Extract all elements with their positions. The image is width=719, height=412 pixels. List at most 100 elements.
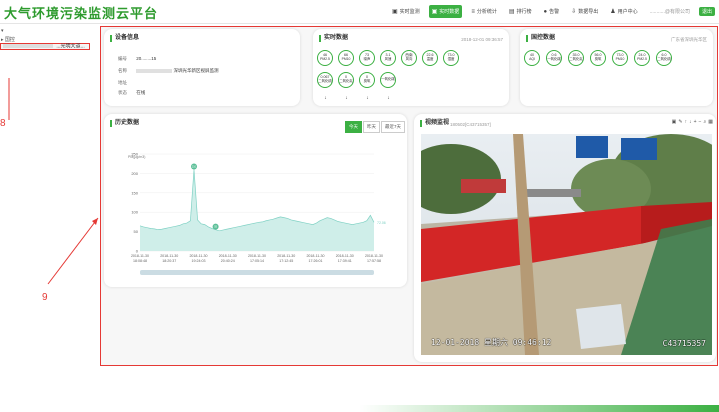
- chart-ytick: 50: [134, 229, 139, 234]
- chart-ytick: 100: [131, 210, 138, 215]
- chart-xtick: 2018-11-30 17:05:14: [248, 254, 266, 263]
- logout-button[interactable]: 退出: [698, 7, 715, 16]
- tab-today[interactable]: 今天: [345, 121, 362, 133]
- wind-direction-icon: ↓: [345, 95, 348, 101]
- video-tool-icon-4[interactable]: +: [694, 119, 697, 125]
- gauge-circle: 0 臭氧: [359, 72, 375, 88]
- gauge-circle: 6.0 二氧化硫: [656, 50, 672, 66]
- device-info-title: 设备信息: [110, 35, 139, 42]
- gauge-label: 臭氧: [594, 57, 602, 61]
- gauge-label: 二氧化氮: [339, 79, 353, 83]
- redacted-text: [3, 44, 53, 48]
- device-status-value: 在线: [136, 90, 146, 95]
- nav-item-4[interactable]: ● 告警: [541, 5, 563, 18]
- gauge-label: 一氧化碳: [381, 77, 395, 82]
- video-toolbar: ▣ ✎ ↑ ↓ + − ⌕ ▦: [672, 119, 713, 125]
- footer-strip: [0, 405, 719, 412]
- realtime-gauge-6: 73.0 湿度: [443, 50, 460, 66]
- gauge-label: 风速: [384, 57, 392, 61]
- gauge-circle: 73 噪声: [359, 50, 375, 66]
- history-data-card: 历史数据 PM(μg/m3) 250 200 150 100 50 0 210 55 72.06 2…: [104, 114, 407, 287]
- gauge-label: 二氧化硫: [318, 79, 332, 83]
- realtime-gauge-4: 西南 风向: [401, 50, 418, 66]
- realtime-gauge-3: 3.1 风速: [380, 50, 397, 66]
- wind-direction-icon: ↓: [366, 95, 369, 101]
- realtime-gauge-0: 46 PM2.5: [317, 50, 334, 66]
- gauge-label: PM2.5: [320, 57, 330, 61]
- nav-item-icon: ▣: [391, 9, 398, 15]
- chart-marker-label: 210: [192, 166, 197, 169]
- history-tabs: 今天 昨天 最近7天: [345, 121, 406, 133]
- chart-ytick: 150: [131, 190, 138, 195]
- nav-item-label: 用户中心: [617, 9, 638, 15]
- redacted-text: [136, 68, 173, 73]
- video-player[interactable]: 12-01-2018 星期六 09:46:12 C43715357: [421, 134, 712, 355]
- nav-item-0[interactable]: ▣ 实时监测: [389, 5, 423, 18]
- gauge-circle: 0.067 二氧化硫: [317, 72, 333, 88]
- device-row-status: 状态 在线: [118, 90, 145, 96]
- gauge-label: 温度: [426, 57, 434, 61]
- national-gauge-5: 24.0 PM2.5: [634, 50, 651, 66]
- national-gauge-1: 0.6 一氧化碳: [546, 50, 563, 66]
- wind-direction-icon: ↓: [324, 95, 327, 101]
- nav-item-6[interactable]: ♟ 用户中心: [607, 5, 640, 18]
- video-tool-icon-6[interactable]: ⌕: [703, 119, 706, 125]
- tree-node-national[interactable]: ▸ 国控: [1, 36, 15, 43]
- gauge-label: 二氧化硫: [657, 57, 671, 61]
- nav-item-1[interactable]: ▣ 实时数据: [428, 5, 463, 18]
- device-address-label: 地址: [118, 80, 127, 85]
- gauge-label: 二氧化氮: [569, 57, 583, 61]
- device-row-id: 编号 20........15: [118, 56, 156, 62]
- device-row-address: 地址: [118, 80, 135, 86]
- gauge-circle: 0 二氧化氮: [338, 72, 354, 88]
- gauge-circle: 73.0 湿度: [443, 50, 459, 66]
- chart-end-label: 72.06: [377, 221, 386, 225]
- nav-item-label: 实时数据: [439, 9, 460, 15]
- gauge-label: PM10: [615, 57, 625, 61]
- gauge-circle: 35.0 二氧化氮: [568, 50, 584, 66]
- video-osd-camera: C43715357: [662, 339, 706, 348]
- chart-xtick: 2018-11-30 19:24:03: [189, 254, 207, 263]
- annotation-label-9: 9: [42, 292, 48, 303]
- video-title: 视频监视: [420, 120, 449, 127]
- nav-item-icon: ≡: [471, 8, 475, 15]
- chart-xtick: 2018-11-30 20:40:24: [219, 254, 237, 263]
- realtime-timestamp: 2018-12-01 09:36:57: [461, 37, 503, 42]
- nav-item-5[interactable]: ⇩ 数据导出: [568, 5, 601, 18]
- device-id-label: 编号: [118, 56, 127, 61]
- chart-area-series: [140, 169, 374, 251]
- video-tool-icon-5[interactable]: −: [699, 119, 702, 125]
- video-tool-icon-0[interactable]: ▣: [672, 119, 677, 125]
- realtime-gauge-row2-3: 一氧化碳: [380, 72, 397, 88]
- device-id-value: 20........15: [136, 56, 157, 61]
- video-tool-icon-1[interactable]: ✎: [678, 119, 682, 125]
- chart-zoom-thumb[interactable]: [140, 270, 374, 275]
- device-status-label: 状态: [118, 90, 127, 95]
- video-tool-icon-2[interactable]: ↑: [685, 119, 688, 125]
- nav-item-icon: ⇩: [571, 9, 577, 15]
- tree-item-selected-device[interactable]: ...光明大道...: [0, 43, 90, 50]
- video-tool-icon-7[interactable]: ▦: [708, 119, 713, 125]
- realtime-title: 实时数据: [319, 35, 348, 42]
- national-location: 广东省深圳光华区: [671, 37, 707, 42]
- gauge-label: PM2.5: [637, 57, 647, 61]
- video-camera-id: 180502[C43715357]: [450, 122, 491, 127]
- nav-item-3[interactable]: ▤ 排行榜: [506, 5, 535, 18]
- realtime-gauge-row2-2: 0 臭氧: [359, 72, 376, 88]
- nav-item-2[interactable]: ≡ 分析统计: [468, 5, 500, 18]
- user-name: ...........@有限公司: [649, 9, 690, 15]
- realtime-gauge-row2-1: 0 二氧化氮: [338, 72, 355, 88]
- wind-direction-icon: ↓: [387, 95, 390, 101]
- chart-xtick: 2018-11-30 17:12:45: [277, 254, 295, 263]
- video-tool-icon-3[interactable]: ↓: [689, 119, 692, 125]
- chart-ytick: 0: [136, 249, 139, 254]
- national-title: 国控数据: [526, 35, 555, 42]
- tab-yesterday[interactable]: 昨天: [363, 121, 380, 133]
- annotation-label-8: 8: [0, 118, 6, 129]
- chart-xtick: 2018-11-30 17:39:41: [336, 254, 354, 263]
- history-chart: PM(μg/m3)2502001501005002105572.062018-1…: [128, 152, 386, 275]
- tab-last-7-days[interactable]: 最近7天: [381, 121, 406, 133]
- device-row-name: 名称 深圳光华新区视屏监测: [118, 68, 219, 74]
- chart-xtick: 2018-11-30 18:20:37: [160, 254, 178, 263]
- tree-root-toggle[interactable]: ▾: [1, 28, 4, 34]
